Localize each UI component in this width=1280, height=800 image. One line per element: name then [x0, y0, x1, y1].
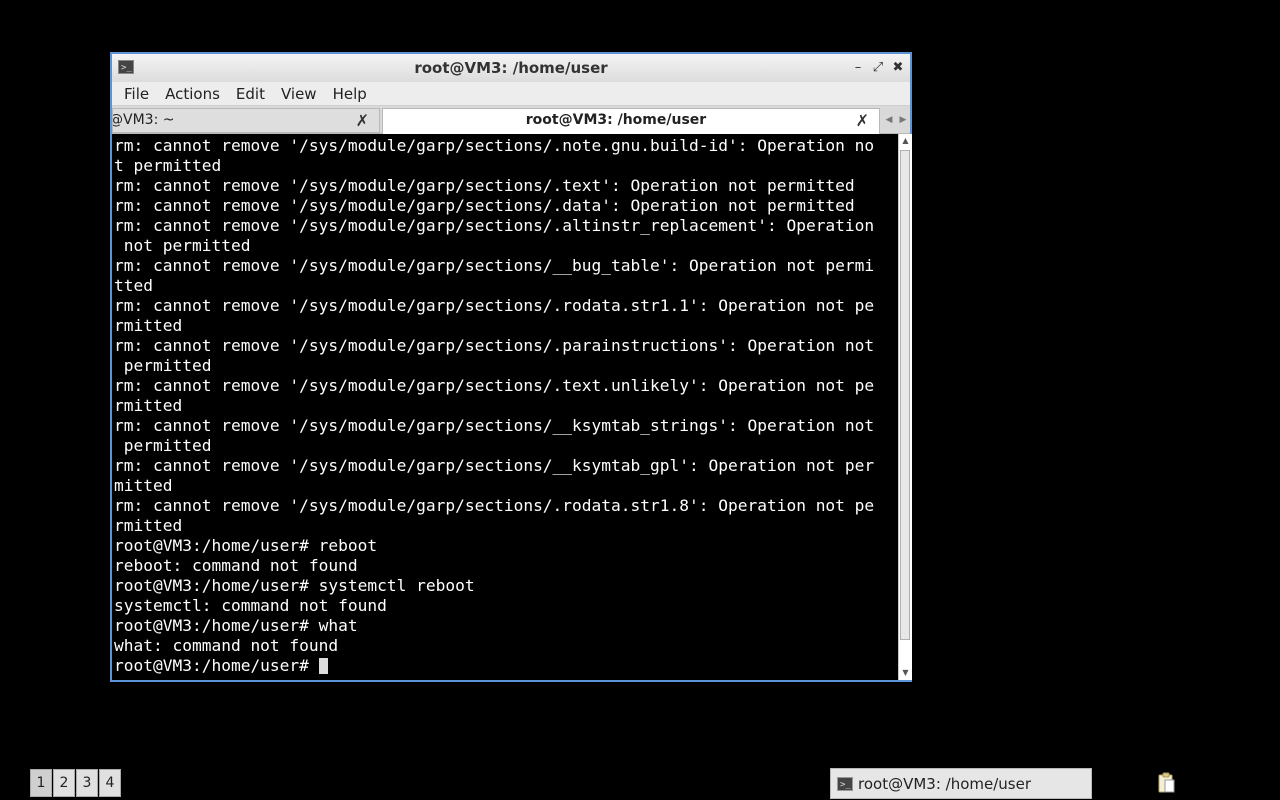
terminal-line: rm: cannot remove '/sys/module/garp/sect… — [114, 416, 875, 435]
desktop-3-button[interactable]: 3 — [76, 769, 98, 797]
menu-file[interactable]: File — [116, 85, 157, 103]
terminal-line: rm: cannot remove '/sys/module/garp/sect… — [114, 376, 875, 395]
terminal-line: rmitted — [114, 316, 183, 335]
vertical-scrollbar[interactable]: ▲ ▼ — [898, 134, 912, 680]
minimize-icon[interactable]: – — [850, 60, 866, 76]
terminal-line: rm: cannot remove '/sys/module/garp/sect… — [114, 336, 875, 355]
window-title: root@VM3: /home/user — [414, 59, 608, 77]
terminal-line: reboot: command not found — [114, 556, 358, 575]
scrollbar-thumb[interactable] — [900, 150, 910, 640]
tab-home[interactable]: @VM3: ~ ✗ — [112, 108, 380, 133]
menu-edit[interactable]: Edit — [228, 85, 273, 103]
terminal-line: t permitted — [114, 156, 222, 175]
scroll-up-icon[interactable]: ▲ — [899, 134, 912, 148]
terminal-line: rm: cannot remove '/sys/module/garp/sect… — [114, 296, 875, 315]
tab-home-user[interactable]: root@VM3: /home/user ✗ — [382, 108, 880, 134]
terminal-window: >_ root@VM3: /home/user – ⤢ ✖ File Actio… — [110, 52, 912, 682]
terminal-line: what: command not found — [114, 636, 339, 655]
menu-actions[interactable]: Actions — [157, 85, 228, 103]
terminal-line: rmitted — [114, 396, 183, 415]
title-bar[interactable]: >_ root@VM3: /home/user – ⤢ ✖ — [112, 54, 910, 83]
terminal-line: rm: cannot remove '/sys/module/garp/sect… — [114, 196, 855, 215]
terminal-line: rm: cannot remove '/sys/module/garp/sect… — [114, 256, 875, 275]
maximize-icon[interactable]: ⤢ — [870, 60, 886, 76]
close-icon[interactable]: ✗ — [356, 109, 369, 132]
desktop-2-button[interactable]: 2 — [53, 769, 75, 797]
tab-label: @VM3: ~ — [112, 112, 175, 128]
terminal-line: permitted — [114, 356, 212, 375]
terminal-line: systemctl: command not found — [114, 596, 387, 615]
terminal-line: mitted — [114, 476, 173, 495]
desktop-4-button[interactable]: 4 — [99, 769, 121, 797]
terminal-line: rm: cannot remove '/sys/module/garp/sect… — [114, 456, 875, 475]
text-cursor — [318, 658, 328, 674]
scroll-down-icon[interactable]: ▼ — [899, 666, 912, 680]
terminal-line: not permitted — [114, 236, 251, 255]
close-icon[interactable]: ✗ — [856, 109, 869, 132]
menu-view[interactable]: View — [273, 85, 325, 103]
terminal-line: rm: cannot remove '/sys/module/garp/sect… — [114, 176, 855, 195]
terminal-line: rmitted — [114, 516, 183, 535]
clipboard-icon[interactable] — [1156, 772, 1176, 794]
terminal-line: root@VM3:/home/user# systemctl reboot — [114, 576, 475, 595]
taskbar-window-button[interactable]: >_ root@VM3: /home/user — [830, 768, 1092, 799]
terminal-line: root@VM3:/home/user# reboot — [114, 536, 378, 555]
menu-bar: File Actions Edit View Help — [112, 82, 910, 106]
prompt-text: root@VM3:/home/user# — [114, 656, 319, 675]
terminal-line: permitted — [114, 436, 212, 455]
scroll-left-icon[interactable]: ◀ — [882, 108, 896, 133]
terminal-output[interactable]: rm: cannot remove '/sys/module/garp/sect… — [114, 136, 896, 676]
close-icon[interactable]: ✖ — [890, 60, 906, 76]
desktop-switcher: 1 2 3 4 — [30, 769, 122, 799]
terminal-line: rm: cannot remove '/sys/module/garp/sect… — [114, 496, 875, 515]
tab-bar: @VM3: ~ ✗ root@VM3: /home/user ✗ ◀ ▶ — [112, 106, 910, 134]
terminal-prompt-line[interactable]: root@VM3:/home/user# — [114, 656, 896, 676]
scroll-right-icon[interactable]: ▶ — [896, 108, 910, 133]
menu-help[interactable]: Help — [325, 85, 375, 103]
terminal-line: rm: cannot remove '/sys/module/garp/sect… — [114, 136, 875, 155]
terminal-line: rm: cannot remove '/sys/module/garp/sect… — [114, 216, 875, 235]
tab-label: root@VM3: /home/user — [525, 112, 707, 128]
terminal-line: root@VM3:/home/user# what — [114, 616, 358, 635]
terminal-line: tted — [114, 276, 153, 295]
taskbar-window-label: root@VM3: /home/user — [858, 775, 1031, 793]
desktop-1-button[interactable]: 1 — [30, 769, 52, 797]
terminal-icon: >_ — [837, 777, 853, 791]
